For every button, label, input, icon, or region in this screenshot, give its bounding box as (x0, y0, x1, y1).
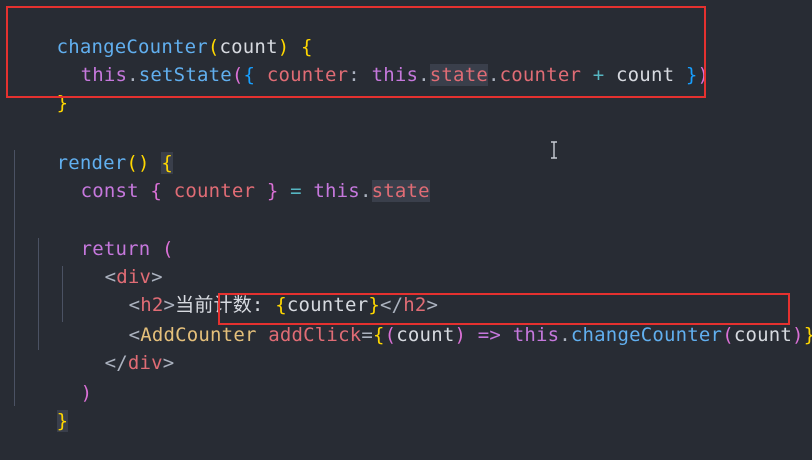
code-line-6: const { counter } = this.state (80, 180, 430, 202)
code-editor[interactable]: changeCounter(count) { this.setState({ c… (0, 0, 812, 432)
highlight-box-method (6, 6, 706, 98)
code-line-14: } (56, 410, 69, 432)
text-cursor-icon (551, 141, 557, 159)
code-line-10: <h2>当前计数: {counter}</h2> (128, 294, 439, 316)
code-line-12: </div> (104, 352, 175, 374)
code-line-9: <div> (104, 266, 163, 288)
code-line-5: render() { (56, 152, 173, 174)
selection-highlight: state (371, 180, 430, 202)
code-line-13: ) (80, 382, 93, 404)
prop-name: addClick (268, 324, 362, 346)
highlight-box-prop (218, 293, 790, 325)
code-line-8: return ( (80, 238, 174, 260)
